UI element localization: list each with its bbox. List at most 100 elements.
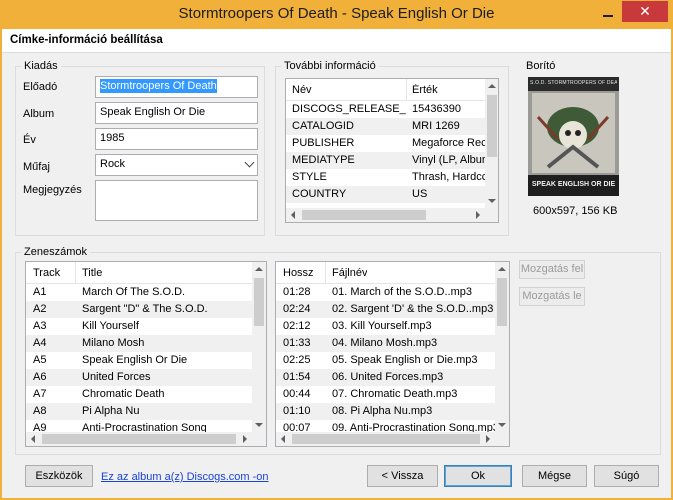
scroll-thumb[interactable] bbox=[254, 278, 264, 326]
scroll-thumb[interactable] bbox=[487, 95, 497, 157]
album-field[interactable]: Speak English Or Die bbox=[95, 102, 258, 124]
dialog-client: Címke-információ beállítása Kiadás Előad… bbox=[2, 29, 671, 498]
track-length: 00:44 bbox=[283, 388, 311, 400]
tracks-header: Track Title bbox=[26, 262, 252, 284]
track-title: United Forces bbox=[82, 371, 151, 383]
cover-image[interactable]: S.O.D. STORMTROOPERS OF DEATH SPEAK ENGL… bbox=[528, 77, 619, 196]
file-row[interactable]: 01:54 06. United Forces.mp3 bbox=[276, 369, 495, 386]
track-filename: 08. Pi Alpha Nu.mp3 bbox=[332, 405, 433, 417]
scroll-down-icon[interactable] bbox=[498, 423, 506, 427]
file-row[interactable]: 02:12 03. Kill Yourself.mp3 bbox=[276, 318, 495, 335]
table-row[interactable]: COUNTRY US bbox=[286, 186, 486, 203]
tracks-table[interactable]: Track Title A1 March Of The S.O.D. A2 Sarge… bbox=[25, 261, 267, 447]
move-down-button[interactable]: Mozgatás le bbox=[519, 287, 585, 306]
files-header: Hossz Fájlnév bbox=[276, 262, 495, 284]
comment-field[interactable] bbox=[95, 180, 258, 221]
move-up-button[interactable]: Mozgatás fel bbox=[519, 260, 585, 279]
column-header-title[interactable]: Title bbox=[82, 267, 102, 279]
scroll-up-icon[interactable] bbox=[488, 84, 496, 88]
scroll-down-icon[interactable] bbox=[488, 199, 496, 203]
column-header-name[interactable]: Név bbox=[292, 84, 312, 96]
files-table[interactable]: Hossz Fájlnév 01:28 01. March of the S.O.… bbox=[275, 261, 510, 447]
tracks-vscroll[interactable] bbox=[252, 262, 266, 432]
scroll-up-icon[interactable] bbox=[255, 267, 263, 271]
track-filename: 06. United Forces.mp3 bbox=[332, 371, 444, 383]
column-header-file[interactable]: Fájlnév bbox=[332, 267, 367, 279]
track-filename: 03. Kill Yourself.mp3 bbox=[332, 320, 432, 332]
cover-band-text: S.O.D. STORMTROOPERS OF DEATH bbox=[530, 80, 617, 86]
files-hscroll[interactable] bbox=[276, 432, 495, 446]
scroll-down-icon[interactable] bbox=[255, 423, 263, 427]
genre-select[interactable]: Rock bbox=[95, 154, 258, 176]
ok-button[interactable]: Ok bbox=[444, 465, 512, 487]
track-row[interactable]: A6 United Forces bbox=[26, 369, 252, 386]
tracks-hscroll[interactable] bbox=[26, 432, 252, 446]
table-row[interactable]: STYLE Thrash, Hardcc bbox=[286, 169, 486, 186]
scroll-left-icon[interactable] bbox=[291, 211, 295, 219]
close-button[interactable]: ✕ bbox=[622, 1, 668, 22]
year-field[interactable]: 1985 bbox=[95, 128, 258, 150]
file-row[interactable]: 02:24 02. Sargent 'D' & the S.O.D..mp3 bbox=[276, 301, 495, 318]
table-row[interactable]: DISCOGS_RELEASE_ID 15436390 bbox=[286, 101, 486, 118]
track-title: March Of The S.O.D. bbox=[82, 286, 186, 298]
track-number: A3 bbox=[33, 320, 47, 332]
scroll-thumb[interactable] bbox=[497, 278, 507, 326]
extra-info-table[interactable]: Név Érték DISCOGS_RELEASE_ID 15436390 CA… bbox=[285, 78, 499, 223]
track-number: A4 bbox=[33, 337, 47, 349]
table-row[interactable]: CATALOGID MRI 1269 bbox=[286, 118, 486, 135]
column-header-length[interactable]: Hossz bbox=[283, 267, 314, 279]
cover-info: 600x597, 156 KB bbox=[533, 205, 618, 217]
scroll-thumb[interactable] bbox=[302, 210, 426, 220]
artist-value: Stormtroopers Of Death bbox=[100, 79, 217, 93]
track-row[interactable]: A3 Kill Yourself bbox=[26, 318, 252, 335]
track-number: A2 bbox=[33, 303, 47, 315]
track-row[interactable]: A1 March Of The S.O.D. bbox=[26, 284, 252, 301]
column-header-track[interactable]: Track bbox=[33, 267, 60, 279]
scroll-up-icon[interactable] bbox=[498, 267, 506, 271]
window-titlebar: Stormtroopers Of Death - Speak English O… bbox=[0, 0, 673, 29]
track-row[interactable]: A8 Pi Alpha Nu bbox=[26, 403, 252, 420]
cancel-button[interactable]: Mégse bbox=[522, 465, 587, 487]
scroll-left-icon[interactable] bbox=[281, 435, 285, 443]
file-row[interactable]: 00:44 07. Chromatic Death.mp3 bbox=[276, 386, 495, 403]
extra-row-name: COUNTRY bbox=[292, 188, 347, 200]
scroll-right-icon[interactable] bbox=[243, 435, 247, 443]
files-vscroll[interactable] bbox=[495, 262, 509, 432]
tools-button[interactable]: Eszközök bbox=[25, 465, 93, 487]
track-filename: 01. March of the S.O.D..mp3 bbox=[332, 286, 473, 298]
back-button[interactable]: < Vissza bbox=[367, 465, 438, 487]
column-header-value[interactable]: Érték bbox=[412, 84, 438, 96]
artist-label: Előadó bbox=[23, 81, 58, 93]
track-filename: 05. Speak English or Die.mp3 bbox=[332, 354, 478, 366]
dialog-header: Címke-információ beállítása bbox=[2, 29, 671, 53]
track-row[interactable]: A5 Speak English Or Die bbox=[26, 352, 252, 369]
artist-field[interactable]: Stormtroopers Of Death bbox=[95, 76, 258, 98]
scroll-right-icon[interactable] bbox=[486, 435, 490, 443]
genre-value: Rock bbox=[100, 158, 126, 170]
table-row[interactable]: MEDIATYPE Vinyl (LP, Albur bbox=[286, 152, 486, 169]
track-row[interactable]: A2 Sargent "D" & The S.O.D. bbox=[26, 301, 252, 318]
track-filename: 07. Chromatic Death.mp3 bbox=[332, 388, 458, 400]
track-title: Chromatic Death bbox=[82, 388, 165, 400]
file-row[interactable]: 01:10 08. Pi Alpha Nu.mp3 bbox=[276, 403, 495, 420]
scroll-left-icon[interactable] bbox=[31, 435, 35, 443]
scroll-right-icon[interactable] bbox=[476, 211, 480, 219]
window-title: Stormtroopers Of Death - Speak English O… bbox=[178, 5, 495, 22]
extra-row-name: CATALOGID bbox=[292, 120, 354, 132]
track-row[interactable]: A4 Milano Mosh bbox=[26, 335, 252, 352]
table-row[interactable]: PUBLISHER Megaforce Rec bbox=[286, 135, 486, 152]
track-filename: 04. Milano Mosh.mp3 bbox=[332, 337, 438, 349]
track-row[interactable]: A7 Chromatic Death bbox=[26, 386, 252, 403]
track-length: 02:25 bbox=[283, 354, 311, 366]
extra-row-value: MRI 1269 bbox=[412, 120, 460, 132]
extra-info-hscroll[interactable] bbox=[286, 208, 485, 222]
scroll-thumb[interactable] bbox=[42, 434, 236, 444]
file-row[interactable]: 01:33 04. Milano Mosh.mp3 bbox=[276, 335, 495, 352]
discogs-link[interactable]: Ez az album a(z) Discogs.com -on bbox=[101, 471, 269, 483]
file-row[interactable]: 02:25 05. Speak English or Die.mp3 bbox=[276, 352, 495, 369]
extra-info-vscroll[interactable] bbox=[485, 79, 498, 208]
scroll-thumb[interactable] bbox=[292, 434, 480, 444]
minimize-button[interactable] bbox=[598, 4, 618, 22]
file-row[interactable]: 01:28 01. March of the S.O.D..mp3 bbox=[276, 284, 495, 301]
help-button[interactable]: Súgó bbox=[594, 465, 659, 487]
